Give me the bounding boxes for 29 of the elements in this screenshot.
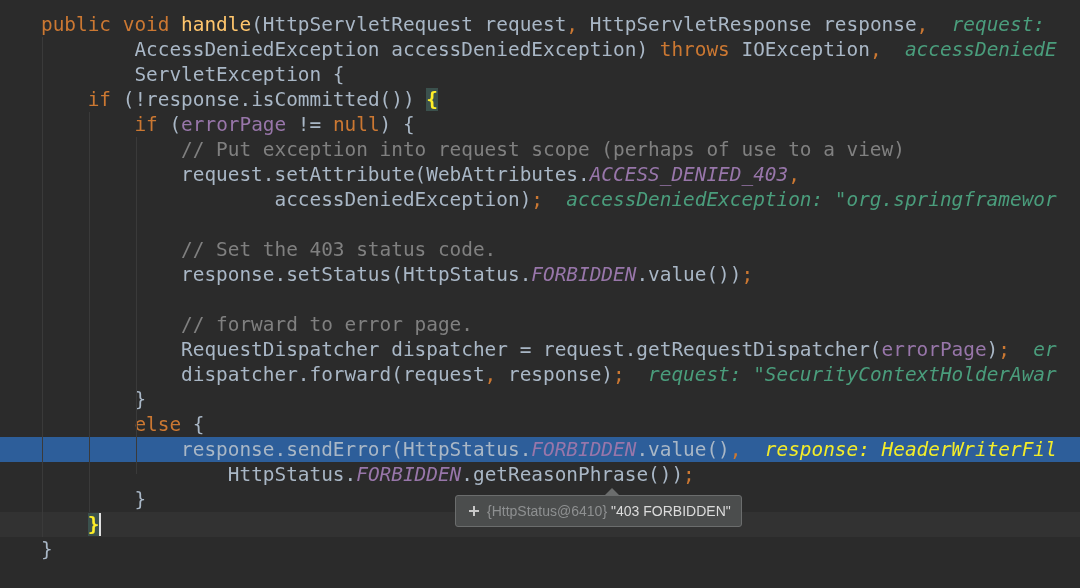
code-line: HttpStatus.FORBIDDEN.getReasonPhrase());	[227, 463, 695, 486]
code-line: }	[134, 388, 147, 411]
text-cursor	[99, 513, 102, 536]
code-line: response.sendError(HttpStatus.FORBIDDEN.value(),	[181, 438, 742, 461]
code-line: else {	[134, 413, 205, 436]
code-line: AccessDeniedException accessDeniedException) throws IOException,	[134, 38, 882, 61]
code-line: // Put exception into request scope (perhaps of use to a view)	[181, 138, 905, 161]
code-line: dispatcher.forward(request, response);	[181, 363, 625, 386]
code-line: }	[41, 538, 53, 561]
inline-value-hint: response: HeaderWriterFil	[764, 438, 1057, 461]
code-line: // Set the 403 status code.	[181, 238, 497, 261]
inline-value-hint: er	[1033, 338, 1057, 361]
value-label: "403 FORBIDDEN"	[611, 503, 731, 519]
inline-value-hint: request: "SecurityContextHolderAwar	[648, 363, 1057, 386]
code-line: RequestDispatcher dispatcher = request.getRequestDispatcher(errorPage);	[181, 338, 1010, 361]
code-line: public void handle(HttpServletRequest request, HttpServletResponse response,	[41, 13, 929, 36]
code-line: if (errorPage != null) {	[134, 113, 415, 136]
code-line: accessDeniedException);	[274, 188, 543, 211]
code-line: // forward to error page.	[181, 313, 473, 336]
inline-value-hint: accessDeniedE	[904, 38, 1057, 61]
inline-value-hint: request:	[951, 13, 1046, 36]
inline-value-hint: accessDeniedException: "org.springframewor	[566, 188, 1057, 211]
expand-icon[interactable]	[468, 505, 480, 517]
code-line: request.setAttribute(WebAttributes.ACCESS_DENIED_403,	[181, 163, 800, 186]
code-line: response.setStatus(HttpStatus.FORBIDDEN.value());	[181, 263, 754, 286]
code-line: }	[134, 488, 147, 511]
object-id-label: {HttpStatus@6410}	[487, 503, 608, 519]
code-line: ServletException {	[134, 63, 345, 86]
code-line: if (!response.isCommitted()) {	[87, 88, 438, 111]
